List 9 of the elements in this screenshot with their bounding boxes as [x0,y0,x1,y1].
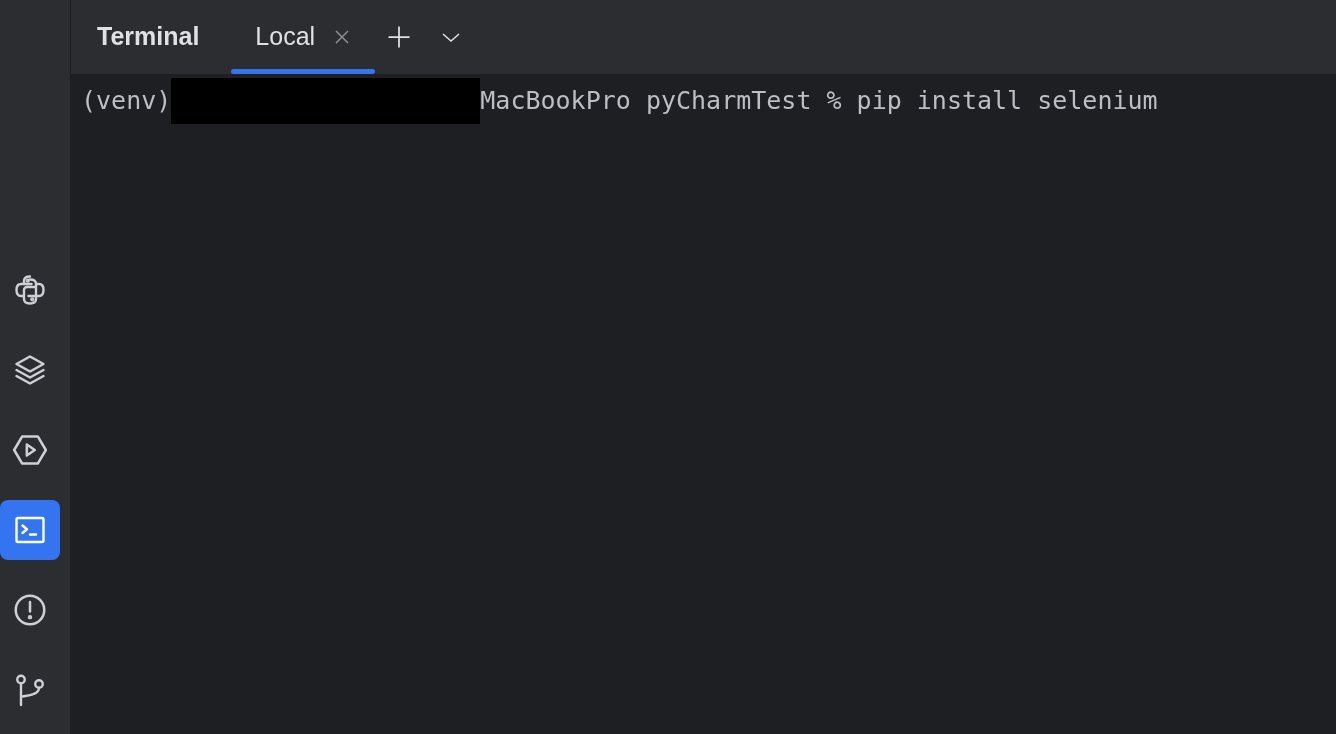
terminal-tab[interactable]: Local [231,0,376,74]
tool-window-title: Terminal [97,21,200,53]
layers-icon [12,352,48,388]
sidebar-button[interactable] [0,500,60,560]
python-icon [12,272,48,308]
prompt-venv: (venv) [81,85,172,118]
command-line: MacBookPro pyCharmTest % pip install selenium [480,85,1158,118]
close-icon[interactable] [333,28,352,46]
tab-label: Local [255,21,316,53]
